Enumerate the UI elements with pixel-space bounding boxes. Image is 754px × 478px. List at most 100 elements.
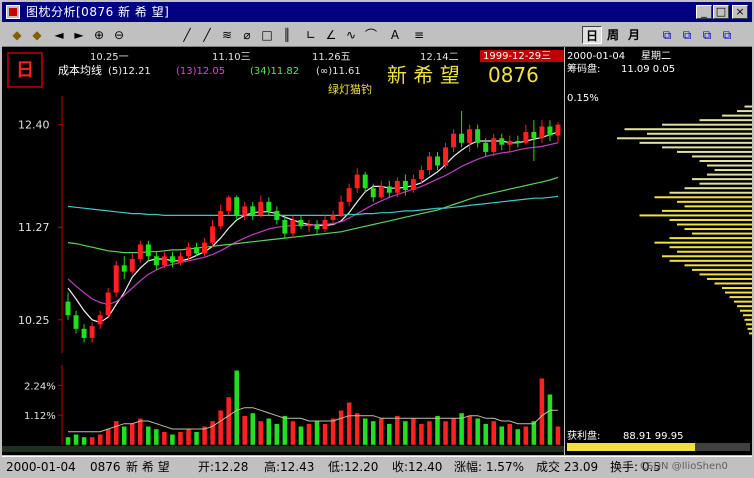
profit-bar-rest xyxy=(695,443,750,451)
zoom-in-icon[interactable]: ⊕ xyxy=(90,26,108,44)
chip-bar xyxy=(669,191,752,194)
candle-body xyxy=(531,131,537,139)
wave-tool-icon[interactable]: ∿ xyxy=(342,26,360,44)
arc-tool-icon[interactable]: ⌒ xyxy=(362,26,380,44)
chip-bar xyxy=(707,173,752,176)
candle-body xyxy=(89,326,95,338)
view-3-icon[interactable]: ⧉ xyxy=(698,26,716,44)
candle-body xyxy=(161,256,167,266)
vline-tool-icon[interactable]: ║ xyxy=(278,26,296,44)
volume-bar xyxy=(515,428,521,446)
volume-bar xyxy=(250,412,256,446)
volume-bar xyxy=(242,415,248,446)
candle-body xyxy=(499,138,505,145)
volume-bar xyxy=(362,418,368,446)
chip-bar xyxy=(740,309,752,312)
minimize-button[interactable]: _ xyxy=(696,5,712,19)
volume-bar xyxy=(338,410,344,446)
zoom-out-icon[interactable]: ⊖ xyxy=(110,26,128,44)
candle-body xyxy=(137,244,143,259)
volume-bar xyxy=(89,436,95,446)
volume-bar xyxy=(555,426,561,446)
chip-bar xyxy=(749,332,752,335)
stock-code: 0876 xyxy=(488,63,539,87)
candle-body xyxy=(202,242,208,254)
ma-lines xyxy=(67,131,559,324)
volume-bar xyxy=(442,420,449,446)
date-label: 10.25一 xyxy=(90,52,129,63)
volume-bar xyxy=(330,418,336,446)
side-date: 2000-01-04 xyxy=(567,51,625,62)
candle-body xyxy=(346,188,352,202)
candle-body xyxy=(73,315,79,329)
scroll-right-icon[interactable]: ► xyxy=(70,26,88,44)
tool-next-icon[interactable]: ◆ xyxy=(28,26,46,44)
status-open: 开:12.28 xyxy=(198,460,249,474)
indicator-label: 成本均线 xyxy=(58,63,102,77)
rect-tool-icon[interactable]: □ xyxy=(258,26,276,44)
scroll-left-icon[interactable]: ◄ xyxy=(50,26,68,44)
view-4-icon[interactable]: ⧉ xyxy=(718,26,736,44)
close-button[interactable]: × xyxy=(732,5,748,19)
chart-panel[interactable]: 日 10.25一 11.10三 11.26五 12.14二 1999-12-29… xyxy=(2,47,564,455)
status-name: 新 希 望 xyxy=(126,460,170,474)
candle-body xyxy=(410,179,416,191)
view-1-icon[interactable]: ⧉ xyxy=(658,26,676,44)
candle-body xyxy=(402,180,408,191)
candle-body xyxy=(177,256,183,263)
ray-tool-icon[interactable]: ╱ xyxy=(198,26,216,44)
volume-bar xyxy=(474,418,481,446)
app-icon[interactable] xyxy=(6,5,20,19)
candle-body xyxy=(186,247,191,257)
line-tool-icon[interactable]: ╱ xyxy=(178,26,196,44)
chip-bar xyxy=(662,255,752,258)
candle-body xyxy=(105,292,111,316)
channel-tool-icon[interactable]: ≋ xyxy=(218,26,236,44)
volume-bar xyxy=(354,412,360,446)
clear-tool-icon[interactable]: ≡ xyxy=(410,26,428,44)
fan-tool-icon[interactable]: ∠ xyxy=(322,26,340,44)
maximize-button[interactable]: □ xyxy=(713,5,729,19)
period-month-button[interactable]: 月 xyxy=(624,26,644,44)
volume-bar xyxy=(177,431,184,446)
chip-bar xyxy=(639,214,752,217)
candle-body xyxy=(426,156,432,171)
chip-bar xyxy=(725,291,752,294)
volume-tick-label: 1.12% xyxy=(24,411,56,422)
price-tick-label: 10.25 xyxy=(18,314,50,327)
date-labels: 10.25一 11.10三 11.26五 12.14二 xyxy=(90,52,459,63)
ellipse-tool-icon[interactable]: ⌀ xyxy=(238,26,256,44)
chip-bar xyxy=(654,241,752,244)
view-2-icon[interactable]: ⧉ xyxy=(678,26,696,44)
angle-tool-icon[interactable]: ∟ xyxy=(302,26,320,44)
title-bar: 图枕分析[0876 新 希 望] _ □ × xyxy=(2,2,752,22)
candle-body xyxy=(266,201,272,211)
price-tick-label: 11.27 xyxy=(18,221,50,234)
chip-distribution-chart: 2000-01-04 星期二 筹码盘: 11.09 0.05 0.15% 获利盘… xyxy=(567,50,752,451)
side-pct: 0.15% xyxy=(567,93,599,104)
chip-bar xyxy=(624,128,752,131)
tool-prev-icon[interactable]: ◆ xyxy=(8,26,26,44)
candle-body xyxy=(129,258,135,272)
volume-bar xyxy=(507,423,513,446)
candle-body xyxy=(153,256,159,266)
side-profit-label: 获利盘: xyxy=(567,429,600,442)
volume-bar xyxy=(258,420,264,446)
candle-body xyxy=(483,142,489,152)
ma5-label: (5)12.21 xyxy=(108,66,151,77)
side-profit-values: 88.91 99.95 xyxy=(623,431,683,442)
candle-body xyxy=(491,138,497,152)
period-week-button[interactable]: 周 xyxy=(603,26,623,44)
side-weekday: 星期二 xyxy=(641,50,671,62)
side-range-label: 筹码盘: xyxy=(567,62,600,75)
kline-chart[interactable]: 日 10.25一 11.10三 11.26五 12.14二 1999-12-29… xyxy=(2,47,564,455)
volume-axis: 2.24% 1.12% xyxy=(24,365,63,445)
candle-body xyxy=(443,147,449,166)
volume-bar xyxy=(314,420,320,446)
chip-bar xyxy=(684,264,752,267)
text-tool-icon[interactable]: A xyxy=(386,26,404,44)
volume-bar xyxy=(531,420,537,446)
candle-body xyxy=(459,133,465,143)
period-day-button[interactable]: 日 xyxy=(582,26,602,44)
volume-bar xyxy=(491,420,497,446)
